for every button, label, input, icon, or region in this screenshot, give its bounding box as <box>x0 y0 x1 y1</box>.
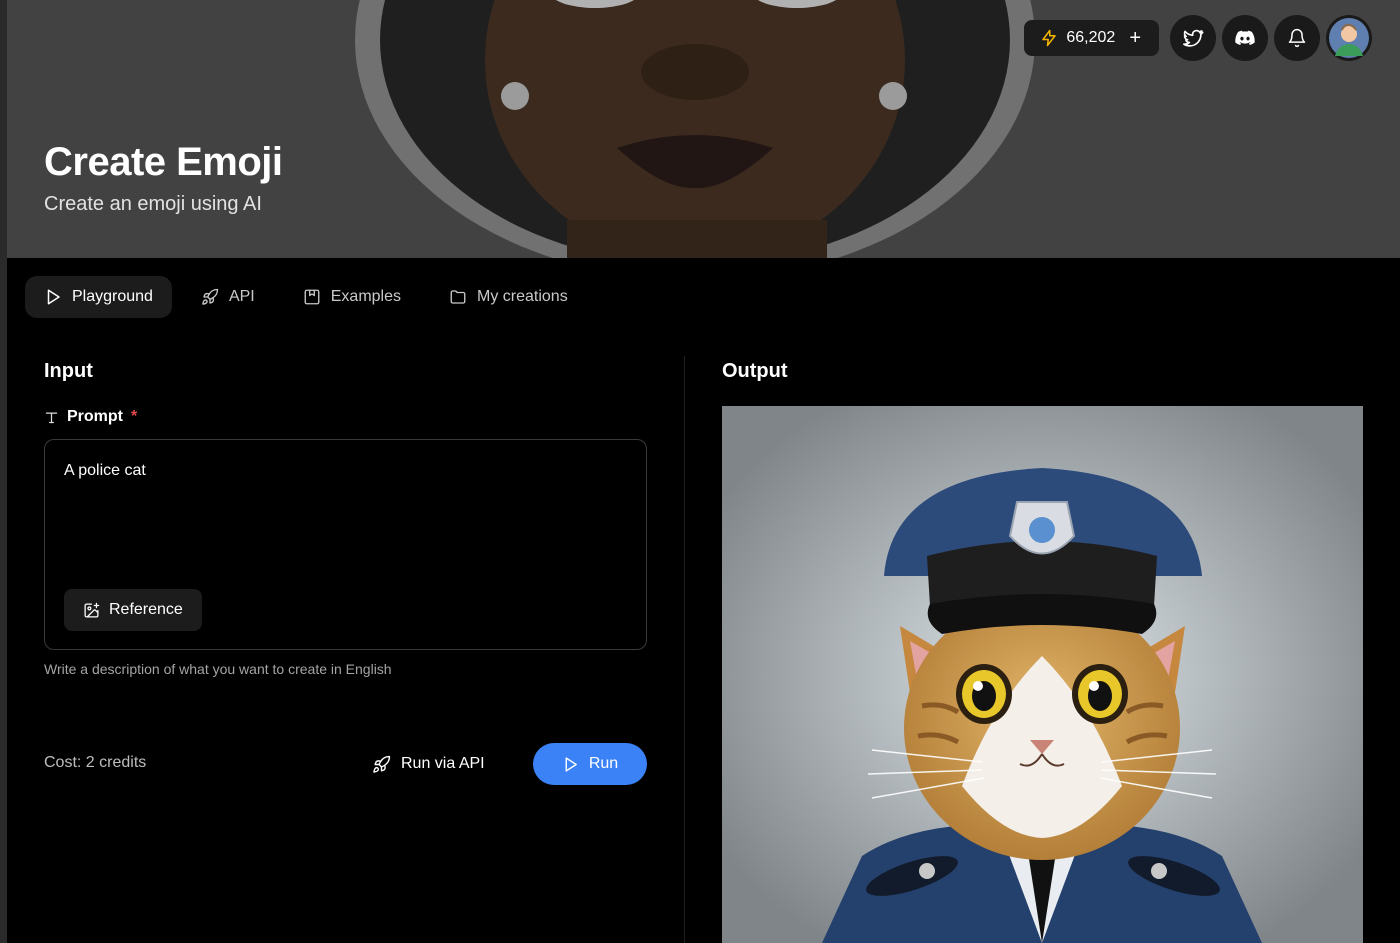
tab-label: My creations <box>477 288 568 305</box>
cost-text: Cost: 2 credits <box>44 754 147 771</box>
tab-label: Playground <box>72 288 153 305</box>
rocket-icon <box>373 755 391 773</box>
twitter-icon <box>1183 29 1204 47</box>
prompt-textarea[interactable]: A police cat Reference <box>44 439 647 650</box>
run-button-label: Run <box>588 755 619 772</box>
tab-examples[interactable]: Examples <box>284 276 420 318</box>
page-title: Create Emoji <box>44 140 283 184</box>
tab-api[interactable]: API <box>182 276 274 318</box>
output-image[interactable] <box>722 406 1363 943</box>
window-edge <box>0 0 7 943</box>
tab-label: Examples <box>330 288 401 305</box>
discord-icon <box>1235 30 1255 45</box>
run-via-api-button[interactable]: Run via API <box>372 743 485 785</box>
twitter-button[interactable] <box>1170 15 1216 61</box>
bookmark-icon <box>304 289 320 305</box>
folder-icon <box>450 290 466 304</box>
image-add-icon <box>84 602 100 618</box>
input-section-title: Input <box>44 360 93 382</box>
notifications-button[interactable] <box>1274 15 1320 61</box>
tab-my-creations[interactable]: My creations <box>430 276 587 318</box>
run-via-api-label: Run via API <box>401 755 485 772</box>
play-icon <box>47 289 60 305</box>
panel-divider <box>684 356 685 943</box>
lightning-icon <box>1042 29 1057 47</box>
output-section-title: Output <box>722 360 788 382</box>
top-toolbar: 66,202 + <box>1024 15 1372 61</box>
page-subtitle: Create an emoji using AI <box>44 193 262 215</box>
reference-button[interactable]: Reference <box>64 589 202 631</box>
discord-button[interactable] <box>1222 15 1268 61</box>
prompt-helper-text: Write a description of what you want to … <box>44 661 392 677</box>
reference-button-label: Reference <box>109 601 183 618</box>
avatar-image <box>1329 18 1369 58</box>
rocket-icon <box>202 288 219 305</box>
bell-icon <box>1288 28 1306 48</box>
prompt-value[interactable]: A police cat <box>64 462 146 480</box>
credits-button[interactable]: 66,202 + <box>1024 20 1159 56</box>
avatar[interactable] <box>1326 15 1372 61</box>
tab-bar: Playground API Examples My creations <box>25 276 587 318</box>
run-button[interactable]: Run <box>533 743 647 785</box>
play-icon <box>565 756 577 772</box>
text-type-icon <box>45 412 58 423</box>
credits-count: 66,202 <box>1066 29 1116 46</box>
prompt-label: Prompt * <box>44 408 137 426</box>
tab-label: API <box>228 288 255 305</box>
required-mark: * <box>131 408 138 425</box>
prompt-label-text: Prompt <box>67 408 123 425</box>
page: Create Emoji Create an emoji using AI 66… <box>0 0 1400 943</box>
add-credits-icon[interactable]: + <box>1129 28 1141 48</box>
police-cat-emoji-image <box>722 406 1363 943</box>
tab-playground[interactable]: Playground <box>25 276 172 318</box>
